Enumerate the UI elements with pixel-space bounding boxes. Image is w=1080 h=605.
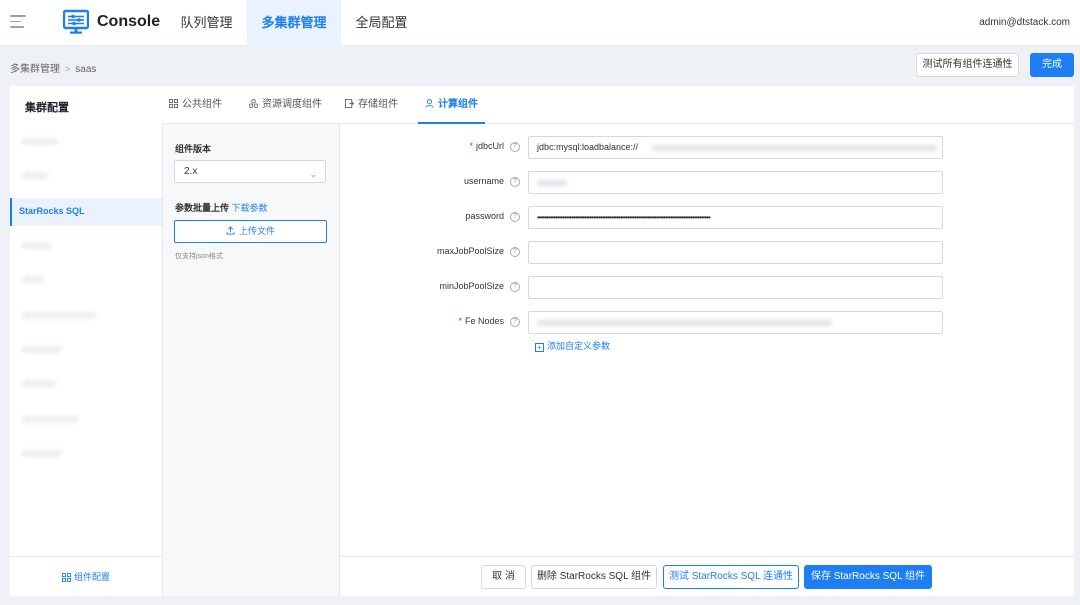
version-select[interactable]: 2.x ⌄ — [174, 160, 326, 183]
form-footer: 取 消 删除 StarRocks SQL 组件 测试 StarRocks SQL… — [340, 556, 1074, 596]
cluster-config-panel: 集群配置 公共组件 资源调度组件 存储组件 计算组件 StarRocks SQL — [10, 86, 1074, 596]
console-logo-icon — [63, 9, 89, 34]
list-item[interactable] — [10, 302, 162, 330]
upload-icon — [226, 226, 235, 235]
top-header: Console 队列管理 多集群管理 全局配置 admin@dtstack.co… — [0, 0, 1080, 46]
save-component-button[interactable]: 保存 StarRocks SQL 组件 — [804, 565, 932, 589]
nav-tab-queue[interactable]: 队列管理 — [166, 0, 247, 46]
list-item[interactable] — [10, 406, 162, 434]
storage-icon — [345, 99, 354, 108]
min-job-pool-size-label: minJobPoolSize — [439, 281, 504, 291]
form-row-min-job-pool-size: minJobPoolSize ? — [340, 276, 1074, 299]
component-config-button[interactable]: 组件配置 — [10, 556, 162, 596]
tab-storage-components[interactable]: 存储组件 — [345, 86, 398, 124]
form-row-username: username ? — [340, 171, 1074, 194]
grid-icon — [61, 573, 71, 582]
list-item[interactable] — [10, 370, 162, 398]
username-input[interactable] — [528, 171, 943, 194]
upload-hint: 仅支持json格式 — [175, 253, 223, 260]
help-icon[interactable]: ? — [510, 317, 520, 327]
user-email[interactable]: admin@dtstack.com — [979, 17, 1070, 28]
nav-tab-multi-cluster[interactable]: 多集群管理 — [247, 0, 341, 46]
user-icon — [425, 99, 434, 108]
cancel-button[interactable]: 取 消 — [481, 565, 526, 589]
brand-title: Console — [97, 13, 161, 30]
jdbcurl-label: * jdbcUrl — [469, 141, 504, 151]
list-item-starrocks-sql[interactable]: StarRocks SQL — [10, 198, 162, 226]
plus-square-icon: + — [535, 343, 544, 352]
grid-icon — [169, 99, 178, 108]
component-list: StarRocks SQL — [10, 124, 162, 556]
breadcrumb-row: 多集群管理 > saas 测试所有组件连通性 完成 — [0, 46, 1080, 86]
jdbcurl-input[interactable]: jdbc:mysql:loadbalance:// — [528, 136, 943, 159]
min-job-pool-size-input[interactable] — [528, 276, 943, 299]
password-label: password — [465, 211, 504, 221]
batch-upload-label: 参数批量上传 下载参数 — [175, 203, 268, 213]
password-input[interactable]: ••••••••••••••••••••••••••••••••••••••••… — [528, 206, 943, 229]
help-icon[interactable]: ? — [510, 282, 520, 292]
starrocks-config-form: * jdbcUrl ? jdbc:mysql:loadbalance:// use… — [340, 124, 1074, 556]
breadcrumb: 多集群管理 > saas — [10, 60, 96, 75]
test-connectivity-button[interactable]: 测试 StarRocks SQL 连通性 — [663, 565, 799, 589]
version-select-value: 2.x — [184, 166, 198, 177]
help-icon[interactable]: ? — [510, 177, 520, 187]
chevron-down-icon: ⌄ — [309, 169, 317, 179]
component-tabs: 公共组件 资源调度组件 存储组件 计算组件 — [162, 86, 1074, 124]
form-row-max-job-pool-size: maxJobPoolSize ? — [340, 241, 1074, 264]
username-label: username — [463, 176, 504, 186]
list-item[interactable] — [10, 128, 162, 156]
component-list-column: StarRocks SQL 组件配置 — [10, 124, 163, 596]
panel-title: 集群配置 — [25, 102, 69, 114]
form-row-fe-nodes: * Fe Nodes ? — [340, 311, 1074, 334]
tab-common-components[interactable]: 公共组件 — [169, 86, 222, 124]
version-label: 组件版本 — [175, 144, 212, 154]
download-params-link[interactable]: 下载参数 — [232, 203, 268, 213]
breadcrumb-item-multi-cluster[interactable]: 多集群管理 — [10, 64, 60, 75]
list-item[interactable] — [10, 440, 162, 468]
help-icon[interactable]: ? — [510, 247, 520, 257]
help-icon[interactable]: ? — [510, 212, 520, 222]
version-upload-column: 组件版本 2.x ⌄ 参数批量上传 下载参数 上传文件 仅支持json格式 — [163, 124, 340, 596]
list-item[interactable] — [10, 266, 162, 294]
test-all-connectivity-button[interactable]: 测试所有组件连通性 — [916, 53, 1019, 77]
list-item[interactable] — [10, 162, 162, 190]
max-job-pool-size-label: maxJobPoolSize — [436, 246, 504, 256]
form-row-password: password ? •••••••••••••••••••••••••••••… — [340, 206, 1074, 229]
max-job-pool-size-input[interactable] — [528, 241, 943, 264]
chevron-right-icon: > — [65, 64, 71, 74]
form-row-jdbcurl: * jdbcUrl ? jdbc:mysql:loadbalance:// — [340, 136, 1074, 159]
help-icon[interactable]: ? — [510, 142, 520, 152]
list-item[interactable] — [10, 232, 162, 260]
menu-toggle-icon[interactable] — [10, 15, 26, 29]
breadcrumb-item-current: saas — [75, 64, 97, 75]
fe-nodes-label: * Fe Nodes — [458, 316, 504, 326]
cluster-icon — [249, 99, 258, 108]
tab-resource-scheduling[interactable]: 资源调度组件 — [249, 86, 322, 124]
list-item[interactable] — [10, 336, 162, 364]
delete-component-button[interactable]: 删除 StarRocks SQL 组件 — [531, 565, 657, 589]
add-custom-param-button[interactable]: + 添加自定义参数 — [535, 339, 610, 352]
nav-tab-global-config[interactable]: 全局配置 — [341, 0, 422, 46]
done-button[interactable]: 完成 — [1030, 53, 1074, 77]
upload-file-button[interactable]: 上传文件 — [174, 220, 327, 243]
tab-compute-components[interactable]: 计算组件 — [418, 86, 485, 124]
fe-nodes-input[interactable] — [528, 311, 943, 334]
